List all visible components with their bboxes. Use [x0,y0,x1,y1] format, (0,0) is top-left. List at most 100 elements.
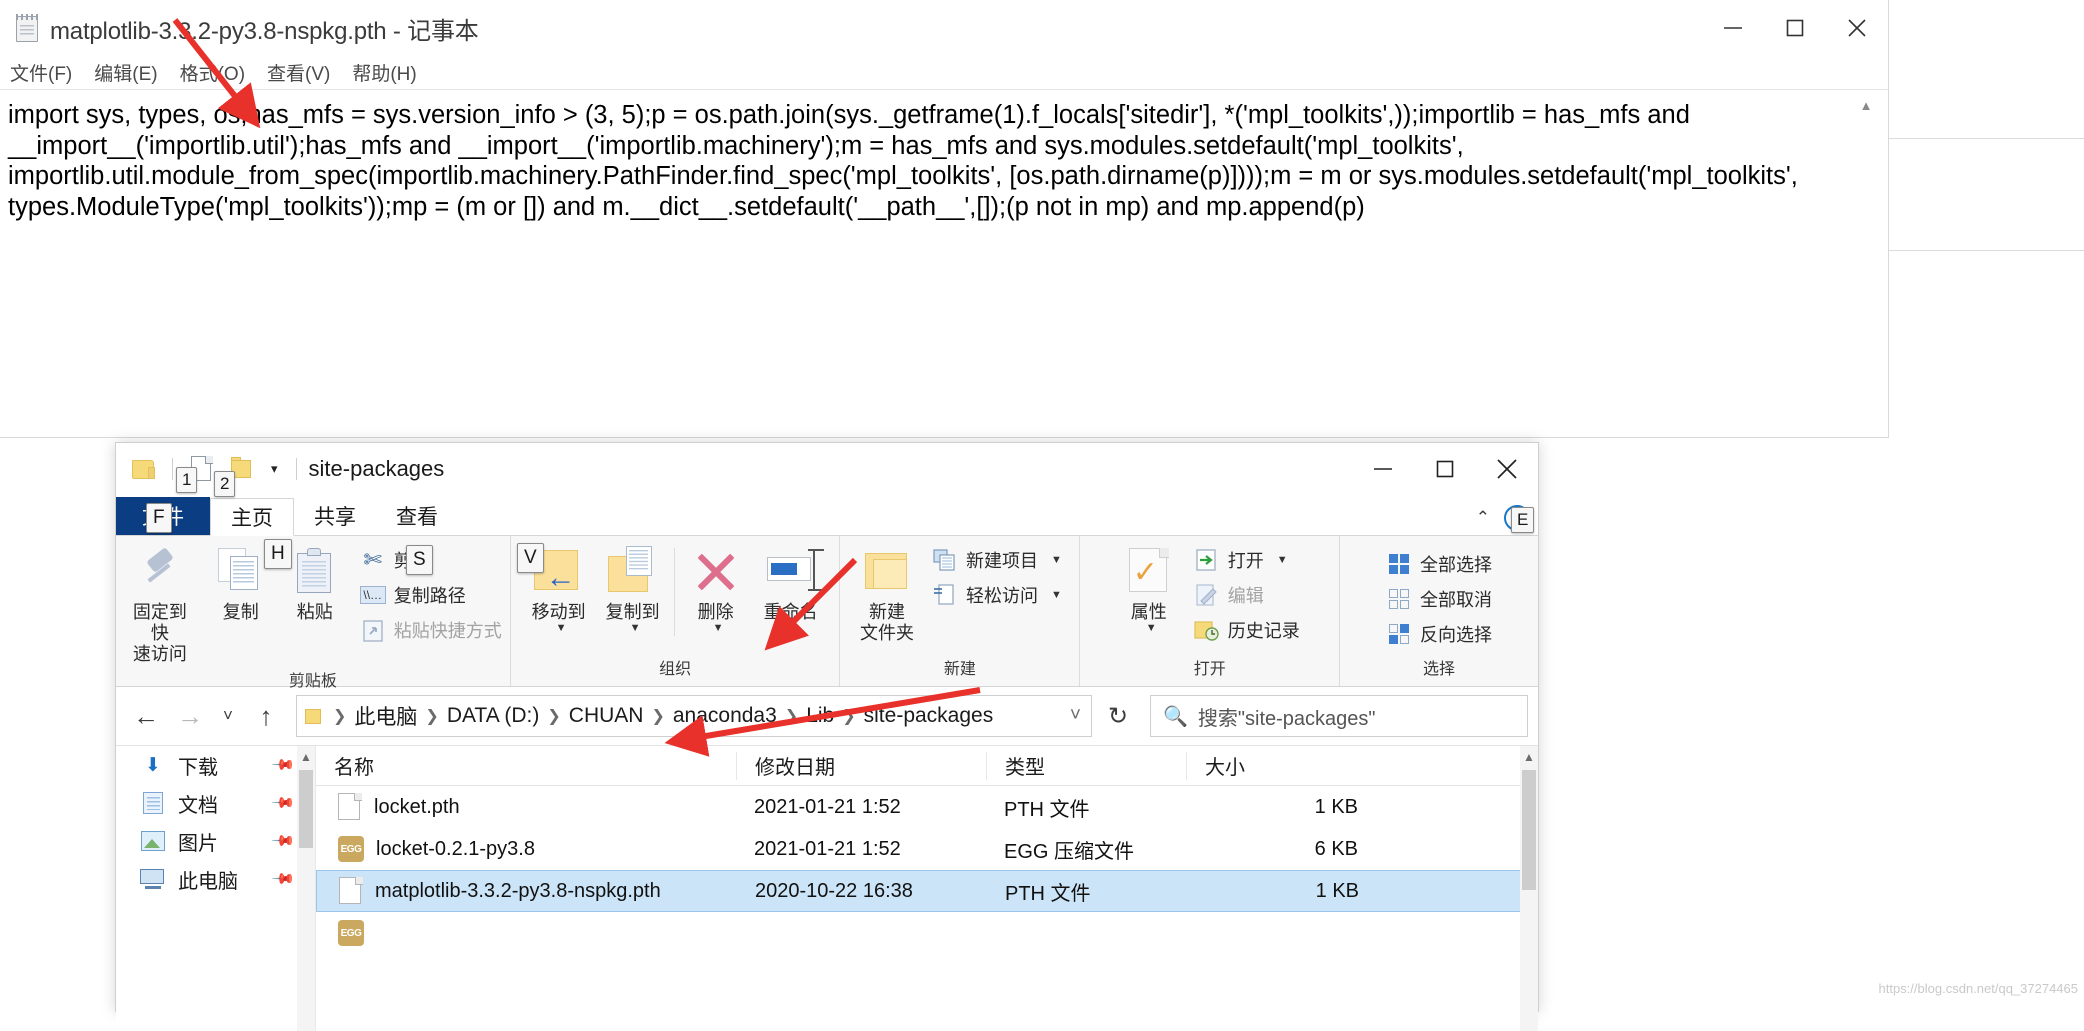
breadcrumb-item-lib[interactable]: Lib [802,702,838,730]
pin-icon[interactable]: 📌 [271,828,297,854]
refresh-button[interactable]: ↻ [1096,695,1140,737]
file-explorer-window: ▾ site-packages 1 2 文件 主页 共享 查看 ⌃ ? F H … [115,442,1539,1031]
nav-item-this-pc[interactable]: 此电脑 📌 [116,860,315,898]
divider [673,548,675,636]
keytip-tab-view: V [517,543,544,573]
column-header-type[interactable]: 类型 [986,751,1186,780]
group-title-select: 选择 [1423,661,1456,678]
pth-file-icon [339,877,363,905]
chevron-down-icon[interactable]: ▼ [1051,589,1062,601]
chevron-down-icon[interactable]: ▼ [713,622,724,634]
up-button[interactable]: ↑ [246,696,286,736]
pin-to-quick-access-button[interactable]: 固定到快 速访问 [116,542,204,667]
breadcrumb-item-chuan[interactable]: CHUAN [565,702,648,730]
file-list-scrollbar[interactable]: ▲ [1520,746,1538,1031]
scroll-up-icon[interactable]: ▲ [297,746,315,764]
column-header-date[interactable]: 修改日期 [736,751,986,780]
menu-view[interactable]: 查看(V) [267,59,330,86]
new-item-button[interactable]: 新建项目 ▼ [932,544,1062,575]
file-name-cell: EGG [316,920,736,946]
close-button[interactable] [1826,0,1888,56]
ribbon-group-body: ← 移动到 ▼ 复制到 ▼ 删除 ▼ 重命名 [522,536,829,655]
rename-button[interactable]: 重命名 [753,542,829,625]
minimize-button[interactable] [1702,0,1764,56]
menu-format[interactable]: 格式(O) [180,59,245,86]
breadcrumb[interactable]: ❯ 此电脑 ❯ DATA (D:) ❯ CHUAN ❯ anaconda3 ❯ … [296,695,1092,737]
file-size: 1 KB [1315,879,1359,902]
chevron-down-icon[interactable]: ▼ [630,622,641,634]
collapse-ribbon-icon[interactable]: ⌃ [1476,508,1490,528]
menu-file[interactable]: 文件(F) [10,59,72,86]
breadcrumb-right: ˅ [1070,705,1085,727]
edit-button[interactable]: 编辑 [1194,579,1300,610]
breadcrumb-item-anaconda3[interactable]: anaconda3 [669,702,781,730]
maximize-button[interactable] [1414,443,1476,495]
chevron-down-icon[interactable]: ▼ [1277,554,1288,566]
invert-selection-button[interactable]: 反向选择 [1386,618,1492,649]
back-button[interactable]: ← [126,696,166,736]
new-folder-button[interactable]: 新建 文件夹 [850,542,924,646]
chevron-down-icon[interactable]: ▼ [1146,622,1157,634]
maximize-button[interactable] [1764,0,1826,56]
copy-path-button[interactable]: \\… 复制路径 [359,579,502,610]
folder-icon[interactable] [132,458,158,480]
close-button[interactable] [1476,443,1538,495]
forward-button[interactable]: → [170,696,210,736]
nav-item-downloads[interactable]: ⬇ 下载 📌 [116,746,315,784]
keytip-quick-access-2: 2 [214,471,236,497]
button-label: 复制到 [605,602,660,622]
pin-icon[interactable]: 📌 [271,790,297,816]
copy-to-button[interactable]: 复制到 ▼ [596,542,670,636]
chevron-down-icon[interactable]: ▼ [556,622,567,634]
table-row[interactable]: EGG [316,912,1538,954]
column-header-size[interactable]: 大小 [1186,751,1386,780]
column-header-name[interactable]: 名称 [316,752,736,780]
customize-quick-access-caret-icon[interactable]: ▾ [271,461,278,477]
chevron-down-icon[interactable]: ▼ [1051,554,1062,566]
explorer-title: site-packages [308,456,445,481]
file-size: 1 KB [1314,795,1358,818]
scrollbar-thumb[interactable] [299,770,313,848]
paste-shortcut-button[interactable]: 粘贴快捷方式 [360,614,502,645]
select-none-button[interactable]: 全部取消 [1386,583,1492,614]
keytip-help: E [1511,507,1535,533]
breadcrumb-dropdown-icon[interactable]: ˅ [1070,705,1081,727]
open-small-buttons: 打开 ▼ 编辑 历史记录 [1186,542,1308,645]
tab-share[interactable]: 共享 [294,497,376,535]
breadcrumb-item-this-pc[interactable]: 此电脑 [350,699,421,733]
nav-item-pictures[interactable]: 图片 📌 [116,822,315,860]
properties-button[interactable]: ✓ 属性 ▼ [1112,542,1186,636]
tab-view[interactable]: 查看 [376,497,458,535]
table-row[interactable]: matplotlib-3.3.2-py3.8-nspkg.pth 2020-10… [316,870,1538,912]
menu-help[interactable]: 帮助(H) [352,59,416,86]
scroll-up-icon[interactable]: ▲ [1860,98,1873,113]
recent-locations-button[interactable]: ˅ [214,696,242,736]
nav-item-documents[interactable]: 文档 📌 [116,784,315,822]
select-all-button[interactable]: 全部选择 [1386,548,1492,579]
scroll-up-icon[interactable]: ▲ [1520,746,1538,764]
navigation-pane-scrollbar[interactable]: ▲ [297,746,315,1031]
search-placeholder: 搜索"site-packages" [1197,707,1376,730]
minimize-button[interactable] [1352,443,1414,495]
search-input[interactable]: 🔍 搜索"site-packages" [1150,695,1528,737]
delete-button[interactable]: 删除 ▼ [679,542,753,636]
scrollbar-thumb[interactable] [1522,770,1536,890]
notepad-scrollbar[interactable]: ▲ [1850,92,1882,437]
open-button[interactable]: 打开 ▼ [1194,544,1300,575]
table-row[interactable]: locket.pth 2021-01-21 1:52 PTH 文件 1 KB [316,786,1538,828]
notepad-text-area[interactable]: import sys, types, os;has_mfs = sys.vers… [0,92,1850,437]
pin-icon[interactable]: 📌 [271,752,297,778]
easy-access-button[interactable]: 轻松访问 ▼ [932,579,1062,610]
table-row[interactable]: EGG locket-0.2.1-py3.8 2021-01-21 1:52 E… [316,828,1538,870]
file-name-cell: EGG locket-0.2.1-py3.8 [316,836,736,862]
pin-icon[interactable]: 📌 [271,866,297,892]
tab-home[interactable]: 主页 [210,498,294,536]
breadcrumb-item-site-packages[interactable]: site-packages [860,702,998,730]
history-button[interactable]: 历史记录 [1194,614,1300,645]
menu-edit[interactable]: 编辑(E) [94,59,157,86]
file-list-column-headers: 名称 修改日期 类型 大小 ⌃ [316,746,1538,786]
button-label: 反向选择 [1420,624,1493,645]
ribbon-group-organize: ← 移动到 ▼ 复制到 ▼ 删除 ▼ 重命名 组织 [511,536,841,686]
select-small-buttons: 全部选择 全部取消 反向选择 [1378,546,1500,649]
breadcrumb-item-data-d[interactable]: DATA (D:) [443,702,544,730]
